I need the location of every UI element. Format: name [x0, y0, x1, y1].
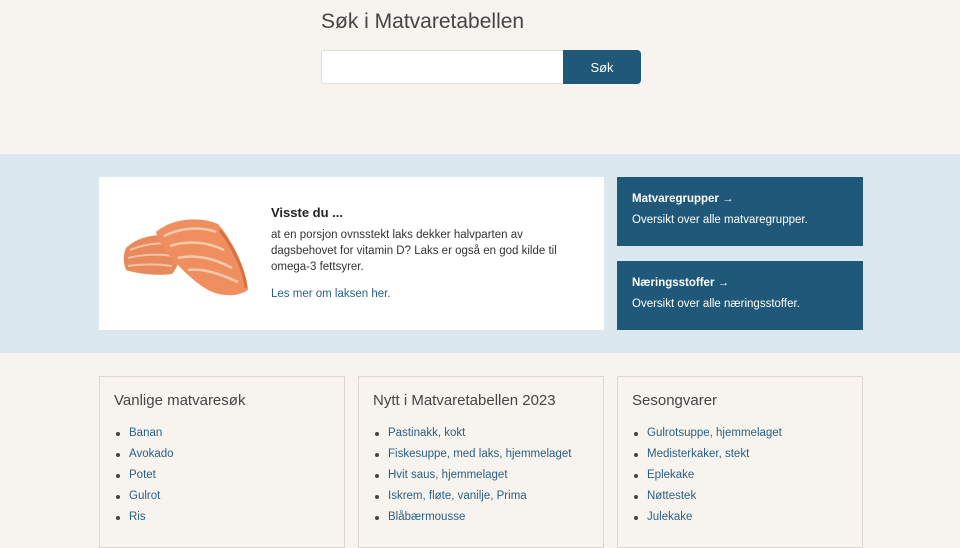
common-searches-title: Vanlige matvaresøk — [114, 392, 246, 409]
common-searches-card: Vanlige matvaresøk Banan Avokado Potet G… — [99, 376, 345, 548]
list-item[interactable]: Avokado — [114, 444, 330, 465]
salmon-image — [123, 219, 248, 296]
food-groups-description: Oversikt over alle matvaregrupper. — [632, 214, 808, 226]
list-item[interactable]: Nøttestek — [632, 486, 848, 507]
list-item[interactable]: Hvit saus, hjemmelaget — [373, 465, 589, 486]
list-item[interactable]: Ris — [114, 507, 330, 528]
new-in-table-list: Pastinakk, kokt Fiskesuppe, med laks, hj… — [373, 423, 589, 528]
list-item[interactable]: Medisterkaker, stekt — [632, 444, 848, 465]
list-item[interactable]: Eplekake — [632, 465, 848, 486]
nutrients-description: Oversikt over alle næringsstoffer. — [632, 298, 800, 310]
new-in-table-card: Nytt i Matvaretabellen 2023 Pastinakk, k… — [358, 376, 604, 548]
read-more-link[interactable]: Les mer om laksen her. — [271, 288, 391, 300]
fact-text: at en porsjon ovnsstekt laks dekker halv… — [271, 229, 557, 273]
list-item[interactable]: Banan — [114, 423, 330, 444]
new-in-table-title: Nytt i Matvaretabellen 2023 — [373, 392, 556, 409]
nutrients-card[interactable]: Næringsstoffer → Oversikt over alle næri… — [617, 261, 863, 330]
common-searches-list: Banan Avokado Potet Gulrot Ris — [114, 423, 330, 528]
food-groups-card[interactable]: Matvaregrupper → Oversikt over alle matv… — [617, 177, 863, 246]
seasonal-list: Gulrotsuppe, hjemmelaget Medisterkaker, … — [632, 423, 848, 528]
list-item[interactable]: Fiskesuppe, med laks, hjemmelaget — [373, 444, 589, 465]
list-item[interactable]: Blåbærmousse — [373, 507, 589, 528]
search-input[interactable] — [321, 50, 563, 84]
list-item[interactable]: Potet — [114, 465, 330, 486]
search-section: Søk i Matvaretabellen Søk — [0, 0, 960, 154]
list-item[interactable]: Gulrotsuppe, hjemmelaget — [632, 423, 848, 444]
seasonal-card: Sesongvarer Gulrotsuppe, hjemmelaget Med… — [617, 376, 863, 548]
nutrients-title: Næringsstoffer → — [632, 277, 730, 289]
food-groups-title: Matvaregrupper → — [632, 193, 734, 205]
list-item[interactable]: Julekake — [632, 507, 848, 528]
search-title: Søk i Matvaretabellen — [321, 10, 525, 33]
search-button[interactable]: Søk — [563, 50, 641, 84]
seasonal-title: Sesongvarer — [632, 392, 718, 409]
fact-heading: Visste du ... — [271, 205, 344, 220]
list-item[interactable]: Pastinakk, kokt — [373, 423, 589, 444]
list-item[interactable]: Gulrot — [114, 486, 330, 507]
list-item[interactable]: Iskrem, fløte, vanilje, Prima — [373, 486, 589, 507]
